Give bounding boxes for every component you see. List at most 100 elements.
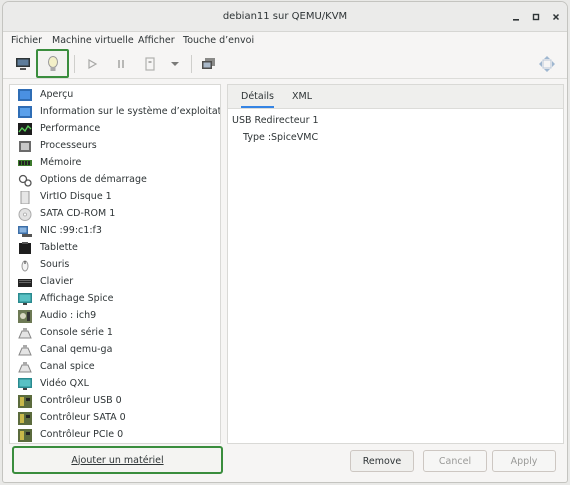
display-icon (18, 293, 32, 305)
hw-item-nic[interactable]: NIC :99:c1:f3 (10, 223, 220, 240)
hw-item-label: Processeurs (40, 140, 97, 151)
hw-item-audio[interactable]: Audio : ich9 (10, 308, 220, 325)
title-bar: debian11 sur QEMU/KVM (3, 2, 567, 32)
hw-item-label: Canal qemu-ga (40, 344, 113, 355)
hw-item-label: Souris (40, 259, 70, 270)
hw-item-apercu[interactable]: Aperçu (10, 87, 220, 104)
pause-icon[interactable] (108, 51, 134, 77)
controller-icon (18, 429, 32, 442)
apply-label: Apply (510, 455, 538, 467)
hw-item-keyboard[interactable]: Clavier (10, 274, 220, 291)
hw-item-label: Vidéo QXL (40, 378, 89, 389)
hw-item-label: Clavier (40, 276, 74, 287)
window-title: debian11 sur QEMU/KVM (222, 11, 348, 22)
channel-icon (18, 362, 32, 373)
audio-icon (18, 310, 32, 323)
overview-icon (18, 89, 32, 101)
video-icon (18, 378, 32, 390)
lightbulb-icon[interactable] (36, 49, 69, 78)
dropdown-icon[interactable] (162, 51, 188, 77)
hw-item-label: Tablette (40, 242, 78, 253)
hw-item-os-info[interactable]: Information sur le système d’exploitatio… (10, 104, 221, 121)
hw-item-cdrom[interactable]: SATA CD-ROM 1 (10, 206, 220, 223)
controller-icon (18, 412, 32, 425)
hw-item-label: Information sur le système d’exploitatio… (40, 106, 221, 117)
menu-machine-virtuelle[interactable]: Machine virtuelle (52, 35, 134, 46)
hw-item-label: NIC :99:c1:f3 (40, 225, 102, 236)
memory-icon (18, 160, 32, 166)
hw-item-label: Console série 1 (40, 327, 113, 338)
hw-item-channel-qemu-ga[interactable]: Canal qemu-ga (10, 342, 220, 359)
hw-item-display-spice[interactable]: Affichage Spice (10, 291, 220, 308)
play-icon[interactable] (79, 51, 105, 77)
cdrom-icon (18, 208, 32, 221)
menu-bar: Fichier Machine virtuelle Afficher Touch… (3, 32, 567, 49)
hw-item-label: Performance (40, 123, 101, 134)
tablet-icon (19, 242, 31, 254)
toolbar (3, 49, 567, 79)
hw-item-label: Options de démarrage (40, 174, 147, 185)
snapshot-icon[interactable] (196, 51, 222, 77)
hw-item-label: Contrôleur SATA 0 (40, 412, 126, 423)
cpu-icon (19, 141, 31, 152)
maximize-icon[interactable] (528, 9, 544, 25)
hw-item-memoire[interactable]: Mémoire (10, 155, 220, 172)
console-icon[interactable] (10, 51, 36, 77)
controller-icon (18, 395, 32, 408)
hardware-list: Aperçu Information sur le système d’expl… (9, 84, 221, 444)
hw-item-performance[interactable]: Performance (10, 121, 220, 138)
hw-item-usb-controller[interactable]: Contrôleur USB 0 (10, 393, 220, 410)
keyboard-icon (18, 279, 32, 287)
type-value: SpiceVMC (271, 132, 319, 143)
hw-item-sata-controller[interactable]: Contrôleur SATA 0 (10, 410, 220, 427)
menu-fichier[interactable]: Fichier (11, 35, 42, 46)
details-panel: Détails XML USB Redirecteur 1 Type : Spi… (227, 84, 564, 444)
add-hardware-label: Ajouter un matériel (71, 454, 164, 466)
serial-icon (18, 328, 32, 339)
toolbar-separator (74, 55, 75, 73)
hw-item-mouse[interactable]: Souris (10, 257, 220, 274)
details-tabs: Détails XML (228, 85, 563, 109)
os-info-icon (18, 106, 32, 118)
boot-icon (18, 174, 32, 187)
hw-item-label: Mémoire (40, 157, 82, 168)
menu-touche-envoi[interactable]: Touche d’envoi (183, 35, 254, 46)
tab-xml[interactable]: XML (292, 91, 312, 102)
hw-item-tablet[interactable]: Tablette (10, 240, 220, 257)
cancel-button[interactable]: Cancel (423, 450, 487, 472)
hw-item-label: Contrôleur USB 0 (40, 395, 122, 406)
hw-item-channel-spice[interactable]: Canal spice (10, 359, 220, 376)
hw-item-video-qxl[interactable]: Vidéo QXL (10, 376, 220, 393)
power-icon[interactable] (137, 51, 163, 77)
nic-icon (18, 226, 32, 237)
remove-label: Remove (362, 455, 402, 467)
hw-item-label: Aperçu (40, 89, 74, 100)
mouse-icon (21, 260, 29, 272)
channel-icon (18, 345, 32, 356)
minimize-icon[interactable] (508, 9, 524, 25)
apply-button[interactable]: Apply (492, 450, 556, 472)
type-label: Type : (243, 132, 272, 143)
fullscreen-icon[interactable] (534, 51, 560, 77)
hw-item-boot[interactable]: Options de démarrage (10, 172, 220, 189)
hw-item-label: VirtIO Disque 1 (40, 191, 112, 202)
add-hardware-button[interactable]: Ajouter un matériel (12, 446, 223, 474)
vm-window: debian11 sur QEMU/KVM Fichier Machine vi… (2, 1, 568, 483)
remove-button[interactable]: Remove (350, 450, 414, 472)
hw-item-label: Audio : ich9 (40, 310, 97, 321)
close-icon[interactable] (548, 9, 564, 25)
hw-item-label: Canal spice (40, 361, 95, 372)
hw-item-processeurs[interactable]: Processeurs (10, 138, 220, 155)
hw-item-pcie-controller[interactable]: Contrôleur PCIe 0 (10, 427, 220, 443)
tab-details[interactable]: Détails (241, 91, 274, 108)
menu-afficher[interactable]: Afficher (138, 35, 175, 46)
device-title: USB Redirecteur 1 (232, 115, 319, 126)
toolbar-separator (191, 55, 192, 73)
performance-icon (18, 123, 32, 135)
disk-icon (20, 191, 30, 204)
hw-item-label: Affichage Spice (40, 293, 114, 304)
hw-item-disk[interactable]: VirtIO Disque 1 (10, 189, 220, 206)
hw-item-label: SATA CD-ROM 1 (40, 208, 116, 219)
hw-item-serial[interactable]: Console série 1 (10, 325, 220, 342)
cancel-label: Cancel (438, 455, 472, 467)
